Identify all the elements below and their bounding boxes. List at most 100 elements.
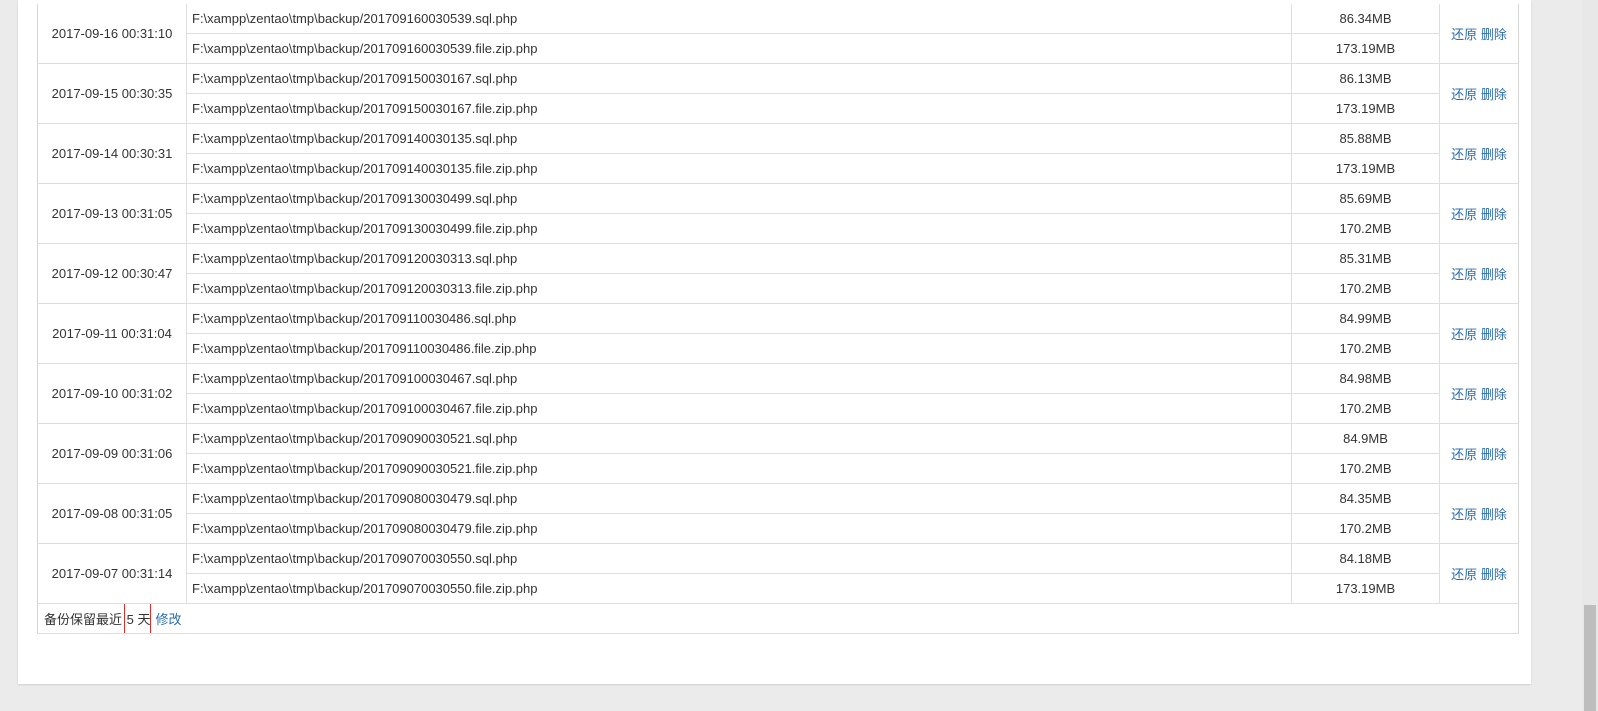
backup-file-path: F:\xampp\zentao\tmp\backup/2017091200303… bbox=[186, 273, 1292, 304]
backup-file-size: 170.2MB bbox=[1291, 513, 1440, 544]
backup-file-row: F:\xampp\zentao\tmp\backup/2017091400301… bbox=[38, 153, 1519, 184]
retention-cell: 备份保留最近 5 天修改 bbox=[37, 603, 1519, 634]
delete-link[interactable]: 删除 bbox=[1481, 567, 1507, 582]
backup-actions: 还原 删除 bbox=[1439, 243, 1519, 304]
backup-table: 2017-09-16 00:31:10 F:\xampp\zentao\tmp\b… bbox=[37, 4, 1519, 634]
backup-file-row: 2017-09-09 00:31:06 F:\xampp\zentao\tmp\b… bbox=[37, 423, 1519, 484]
backup-file-path: F:\xampp\zentao\tmp\backup/2017090900305… bbox=[186, 423, 1292, 454]
delete-link[interactable]: 删除 bbox=[1481, 447, 1507, 462]
backup-file-path: F:\xampp\zentao\tmp\backup/2017091400301… bbox=[186, 153, 1292, 184]
backup-time: 2017-09-16 00:31:10 bbox=[37, 4, 187, 64]
backup-file-path: F:\xampp\zentao\tmp\backup/2017090800304… bbox=[186, 483, 1292, 514]
backup-file-size: 86.13MB bbox=[1291, 63, 1440, 94]
backup-file-row: 2017-09-11 00:31:04 F:\xampp\zentao\tmp\b… bbox=[37, 303, 1519, 364]
restore-link[interactable]: 还原 bbox=[1451, 567, 1477, 582]
delete-link[interactable]: 删除 bbox=[1481, 27, 1507, 42]
highlight-box bbox=[123, 603, 151, 633]
scrollbar-thumb[interactable] bbox=[1584, 605, 1596, 711]
backup-file-row: F:\xampp\zentao\tmp\backup/2017090700305… bbox=[38, 573, 1519, 604]
backup-actions: 还原 删除 bbox=[1439, 363, 1519, 424]
backup-file-size: 86.34MB bbox=[1291, 4, 1440, 34]
backup-file-size: 85.69MB bbox=[1291, 183, 1440, 214]
delete-link[interactable]: 删除 bbox=[1481, 327, 1507, 342]
delete-link[interactable]: 删除 bbox=[1481, 87, 1507, 102]
backup-time: 2017-09-15 00:30:35 bbox=[37, 63, 187, 124]
backup-time: 2017-09-10 00:31:02 bbox=[37, 363, 187, 424]
backup-file-path: F:\xampp\zentao\tmp\backup/2017091500301… bbox=[186, 93, 1292, 124]
backup-file-size: 84.18MB bbox=[1291, 543, 1440, 574]
backup-file-row: F:\xampp\zentao\tmp\backup/2017090900305… bbox=[38, 453, 1519, 484]
backup-file-row: F:\xampp\zentao\tmp\backup/2017091500301… bbox=[38, 93, 1519, 124]
backup-file-row: F:\xampp\zentao\tmp\backup/2017091100304… bbox=[38, 333, 1519, 364]
delete-link[interactable]: 删除 bbox=[1481, 207, 1507, 222]
backup-file-path: F:\xampp\zentao\tmp\backup/2017091600305… bbox=[186, 33, 1292, 64]
backup-file-size: 84.9MB bbox=[1291, 423, 1440, 454]
backup-file-row: 2017-09-08 00:31:05 F:\xampp\zentao\tmp\b… bbox=[37, 483, 1519, 544]
backup-file-path: F:\xampp\zentao\tmp\backup/2017090900305… bbox=[186, 453, 1292, 484]
restore-link[interactable]: 还原 bbox=[1451, 267, 1477, 282]
backup-file-row: 2017-09-15 00:30:35 F:\xampp\zentao\tmp\b… bbox=[37, 63, 1519, 124]
backup-file-path: F:\xampp\zentao\tmp\backup/2017091100304… bbox=[186, 333, 1292, 364]
backup-file-path: F:\xampp\zentao\tmp\backup/2017091200303… bbox=[186, 243, 1292, 274]
backup-file-row: 2017-09-12 00:30:47 F:\xampp\zentao\tmp\b… bbox=[37, 243, 1519, 304]
backup-file-path: F:\xampp\zentao\tmp\backup/2017091100304… bbox=[186, 303, 1292, 334]
backup-file-size: 173.19MB bbox=[1291, 573, 1440, 604]
backup-file-row: F:\xampp\zentao\tmp\backup/2017091300304… bbox=[38, 213, 1519, 244]
backup-file-size: 170.2MB bbox=[1291, 213, 1440, 244]
backup-actions: 还原 删除 bbox=[1439, 483, 1519, 544]
restore-link[interactable]: 还原 bbox=[1451, 27, 1477, 42]
backup-file-size: 84.99MB bbox=[1291, 303, 1440, 334]
backup-file-path: F:\xampp\zentao\tmp\backup/2017090800304… bbox=[186, 513, 1292, 544]
delete-link[interactable]: 删除 bbox=[1481, 147, 1507, 162]
delete-link[interactable]: 删除 bbox=[1481, 507, 1507, 522]
backup-time: 2017-09-08 00:31:05 bbox=[37, 483, 187, 544]
backup-file-row: 2017-09-07 00:31:14 F:\xampp\zentao\tmp\b… bbox=[37, 543, 1519, 604]
delete-link[interactable]: 删除 bbox=[1481, 267, 1507, 282]
restore-link[interactable]: 还原 bbox=[1451, 447, 1477, 462]
backup-file-row: F:\xampp\zentao\tmp\backup/2017090800304… bbox=[38, 513, 1519, 544]
edit-retention-link[interactable]: 修改 bbox=[156, 612, 182, 627]
backup-actions: 还原 删除 bbox=[1439, 123, 1519, 184]
backup-file-size: 85.31MB bbox=[1291, 243, 1440, 274]
restore-link[interactable]: 还原 bbox=[1451, 327, 1477, 342]
backup-file-row: 2017-09-13 00:31:05 F:\xampp\zentao\tmp\b… bbox=[37, 183, 1519, 244]
backup-file-size: 170.2MB bbox=[1291, 333, 1440, 364]
backup-file-size: 170.2MB bbox=[1291, 393, 1440, 424]
backup-time: 2017-09-14 00:30:31 bbox=[37, 123, 187, 184]
backup-time: 2017-09-07 00:31:14 bbox=[37, 543, 187, 604]
backup-file-path: F:\xampp\zentao\tmp\backup/2017090700305… bbox=[186, 573, 1292, 604]
backup-file-path: F:\xampp\zentao\tmp\backup/2017091000304… bbox=[186, 363, 1292, 394]
backup-panel: 2017-09-16 00:31:10 F:\xampp\zentao\tmp\b… bbox=[18, 0, 1531, 684]
backup-file-size: 170.2MB bbox=[1291, 273, 1440, 304]
backup-file-size: 173.19MB bbox=[1291, 93, 1440, 124]
backup-file-row: F:\xampp\zentao\tmp\backup/2017091000304… bbox=[38, 393, 1519, 424]
backup-actions: 还原 删除 bbox=[1439, 303, 1519, 364]
backup-actions: 还原 删除 bbox=[1439, 4, 1519, 64]
restore-link[interactable]: 还原 bbox=[1451, 87, 1477, 102]
backup-file-size: 84.98MB bbox=[1291, 363, 1440, 394]
backup-file-path: F:\xampp\zentao\tmp\backup/2017091500301… bbox=[186, 63, 1292, 94]
restore-link[interactable]: 还原 bbox=[1451, 147, 1477, 162]
restore-link[interactable]: 还原 bbox=[1451, 207, 1477, 222]
backup-file-size: 170.2MB bbox=[1291, 453, 1440, 484]
restore-link[interactable]: 还原 bbox=[1451, 507, 1477, 522]
backup-actions: 还原 删除 bbox=[1439, 183, 1519, 244]
backup-file-path: F:\xampp\zentao\tmp\backup/2017091300304… bbox=[186, 213, 1292, 244]
backup-file-row: 2017-09-14 00:30:31 F:\xampp\zentao\tmp\b… bbox=[37, 123, 1519, 184]
retention-row: 备份保留最近 5 天修改 bbox=[37, 603, 1519, 634]
backup-file-path: F:\xampp\zentao\tmp\backup/2017091600305… bbox=[186, 4, 1292, 34]
backup-time: 2017-09-13 00:31:05 bbox=[37, 183, 187, 244]
backup-file-path: F:\xampp\zentao\tmp\backup/2017091400301… bbox=[186, 123, 1292, 154]
backup-actions: 还原 删除 bbox=[1439, 63, 1519, 124]
backup-time: 2017-09-12 00:30:47 bbox=[37, 243, 187, 304]
retention-prefix: 备份保留最近 bbox=[44, 612, 123, 627]
delete-link[interactable]: 删除 bbox=[1481, 387, 1507, 402]
backup-table-body: 2017-09-16 00:31:10 F:\xampp\zentao\tmp\b… bbox=[37, 4, 1519, 604]
restore-link[interactable]: 还原 bbox=[1451, 387, 1477, 402]
backup-file-size: 84.35MB bbox=[1291, 483, 1440, 514]
backup-file-row: 2017-09-10 00:31:02 F:\xampp\zentao\tmp\b… bbox=[37, 363, 1519, 424]
backup-file-size: 173.19MB bbox=[1291, 153, 1440, 184]
backup-file-path: F:\xampp\zentao\tmp\backup/2017090700305… bbox=[186, 543, 1292, 574]
backup-actions: 还原 删除 bbox=[1439, 423, 1519, 484]
backup-file-row: F:\xampp\zentao\tmp\backup/2017091200303… bbox=[38, 273, 1519, 304]
